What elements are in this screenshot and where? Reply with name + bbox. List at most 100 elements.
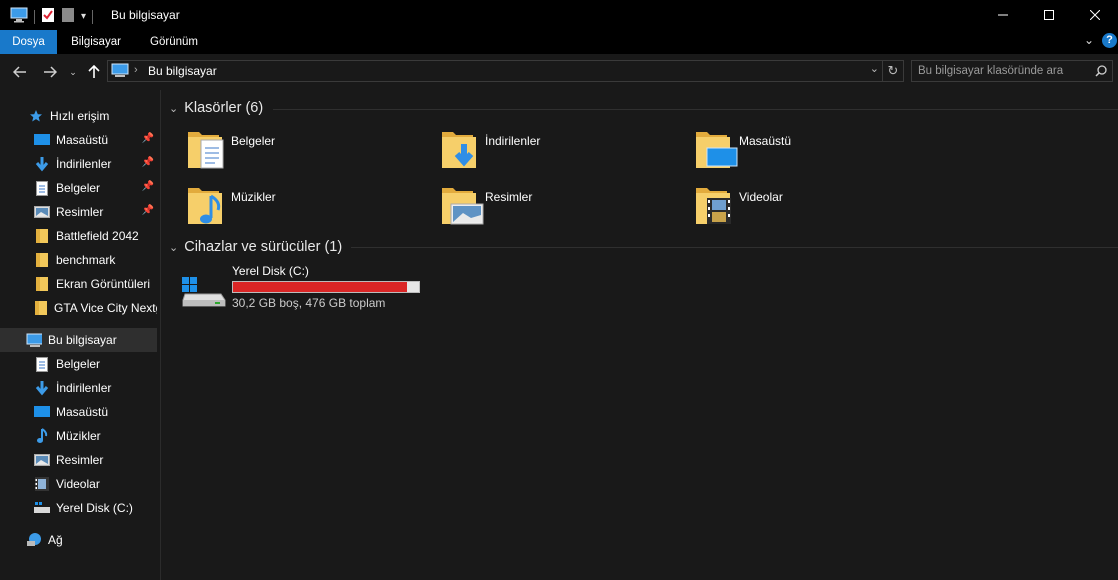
- sidebar-item-label: Müzikler: [56, 429, 101, 443]
- sidebar-item-label: Battlefield 2042: [56, 229, 139, 243]
- computer-icon: [111, 63, 129, 77]
- tab-file[interactable]: Dosya: [0, 30, 57, 54]
- sidebar-item-pictures[interactable]: Resimler 📌: [0, 200, 157, 224]
- sidebar-item-label: İndirilenler: [56, 157, 112, 171]
- maximize-button[interactable]: [1026, 0, 1072, 30]
- arrow-up-icon: [88, 65, 100, 78]
- content-pane: ⌄ Klasörler (6) Belgeler İndirilenler Ma…: [161, 90, 1118, 580]
- folder-item-pictures[interactable]: Resimler: [439, 182, 679, 232]
- tab-computer[interactable]: Bilgisayar: [60, 30, 132, 54]
- divider: [92, 9, 94, 24]
- sidebar-item-label: benchmark: [56, 253, 116, 267]
- sidebar-item-videos[interactable]: Videolar: [0, 472, 157, 496]
- group-title: Klasörler (6): [184, 100, 264, 116]
- folder-item-desktop[interactable]: Masaüstü: [693, 126, 933, 176]
- sidebar-item-music[interactable]: Müzikler: [0, 424, 157, 448]
- breadcrumb-chevron-icon: ›: [134, 64, 138, 76]
- pin-icon[interactable]: 📌: [142, 181, 154, 192]
- folder-label: İndirilenler: [485, 134, 541, 148]
- window-controls: [980, 0, 1118, 30]
- sidebar-item-label: Masaüstü: [56, 133, 109, 147]
- arrow-right-icon: [44, 66, 57, 78]
- sidebar-item-quick-access[interactable]: Hızlı erişim: [0, 104, 157, 128]
- sidebar-item-label: Yerel Disk (C:): [56, 501, 133, 515]
- sidebar-item-folder[interactable]: benchmark: [0, 248, 157, 272]
- videos-icon: [34, 476, 50, 492]
- sidebar-item-downloads[interactable]: İndirilenler: [0, 376, 157, 400]
- folder-icon: [34, 300, 48, 316]
- folder-label: Videolar: [739, 190, 783, 204]
- sidebar-item-folder[interactable]: Ekran Görüntüleri: [0, 272, 157, 296]
- computer-icon[interactable]: [10, 7, 28, 26]
- sidebar-item-desktop[interactable]: Masaüstü: [0, 400, 157, 424]
- sidebar-item-network[interactable]: Ağ: [0, 528, 157, 552]
- sidebar-item-label: Masaüstü: [56, 405, 109, 419]
- documents-folder-icon: [188, 132, 224, 169]
- music-icon: [34, 428, 50, 444]
- sidebar-item-folder[interactable]: GTA Vice City Nextg: [0, 296, 157, 320]
- pin-icon[interactable]: 📌: [142, 157, 154, 168]
- tab-view[interactable]: Görünüm: [137, 30, 211, 54]
- folder-label: Belgeler: [231, 134, 276, 148]
- sidebar-item-downloads[interactable]: İndirilenler 📌: [0, 152, 157, 176]
- folder-item-downloads[interactable]: İndirilenler: [439, 126, 679, 176]
- refresh-icon[interactable]: ↻: [882, 61, 903, 81]
- devices-group-header[interactable]: ⌄ Cihazlar ve sürücüler (1): [169, 239, 342, 255]
- drive-icon: [34, 500, 50, 516]
- sidebar-item-folder[interactable]: Battlefield 2042: [0, 224, 157, 248]
- download-icon: [34, 380, 50, 396]
- back-button[interactable]: [10, 62, 30, 82]
- search-icon: [1095, 65, 1107, 77]
- folders-group-header[interactable]: ⌄ Klasörler (6): [169, 100, 263, 116]
- ribbon-tabs: Dosya Bilgisayar Görünüm ⌄ ?: [0, 30, 1118, 54]
- pictures-icon: [34, 452, 50, 468]
- sidebar-item-documents[interactable]: Belgeler 📌: [0, 176, 157, 200]
- pin-icon[interactable]: 📌: [142, 133, 154, 144]
- sidebar-item-documents[interactable]: Belgeler: [0, 352, 157, 376]
- new-folder-icon[interactable]: [61, 7, 75, 26]
- drive-item-local-disk[interactable]: Yerel Disk (C:) 30,2 GB boş, 476 GB topl…: [181, 264, 441, 318]
- sidebar-item-label: İndirilenler: [56, 381, 112, 395]
- desktop-icon: [34, 404, 50, 420]
- sidebar-item-label: Belgeler: [56, 357, 101, 371]
- folder-item-music[interactable]: Müzikler: [185, 182, 425, 232]
- close-button[interactable]: [1072, 0, 1118, 30]
- help-icon[interactable]: ?: [1102, 33, 1117, 48]
- sidebar-item-label: Belgeler: [56, 181, 101, 195]
- expand-ribbon-icon[interactable]: ⌄: [1084, 33, 1094, 47]
- search-input[interactable]: Bu bilgisayar klasöründe ara: [911, 60, 1113, 82]
- sidebar-item-label: Resimler: [56, 205, 104, 219]
- sidebar-item-label: Ağ: [48, 533, 63, 547]
- sidebar-item-local-disk[interactable]: Yerel Disk (C:): [0, 496, 157, 520]
- divider: [351, 247, 1118, 248]
- sidebar-item-label: Bu bilgisayar: [48, 333, 117, 347]
- sidebar-item-label: GTA Vice City Nextg: [54, 301, 157, 315]
- divider: [34, 9, 35, 24]
- folder-icon: [34, 252, 50, 268]
- sidebar-item-desktop[interactable]: Masaüstü 📌: [0, 128, 157, 152]
- recent-locations-button[interactable]: ⌄: [63, 62, 83, 82]
- properties-icon[interactable]: [41, 7, 55, 26]
- quick-access-toolbar: ▾: [10, 7, 94, 26]
- folder-icon: [34, 228, 50, 244]
- star-icon: [28, 108, 44, 124]
- folder-icon: [34, 276, 50, 292]
- breadcrumb[interactable]: Bu bilgisayar: [148, 64, 217, 78]
- forward-button[interactable]: [40, 62, 60, 82]
- network-icon: [26, 532, 42, 548]
- folder-item-documents[interactable]: Belgeler: [185, 126, 425, 176]
- up-button[interactable]: [84, 62, 104, 82]
- sidebar-item-label: Ekran Görüntüleri: [56, 277, 151, 291]
- address-dropdown-icon[interactable]: ⌄: [870, 62, 879, 75]
- drive-usage-bar: [232, 281, 420, 293]
- pin-icon[interactable]: 📌: [142, 205, 154, 216]
- minimize-button[interactable]: [980, 0, 1026, 30]
- folder-item-videos[interactable]: Videolar: [693, 182, 933, 232]
- sidebar-item-this-pc[interactable]: Bu bilgisayar: [0, 328, 157, 352]
- window-title: Bu bilgisayar: [111, 8, 180, 22]
- customize-toolbar-icon[interactable]: ▾: [81, 11, 86, 22]
- folder-label: Müzikler: [231, 190, 276, 204]
- sidebar-item-pictures[interactable]: Resimler: [0, 448, 157, 472]
- videos-folder-icon: [696, 188, 731, 224]
- address-bar[interactable]: › Bu bilgisayar ⌄ ↻: [107, 60, 904, 82]
